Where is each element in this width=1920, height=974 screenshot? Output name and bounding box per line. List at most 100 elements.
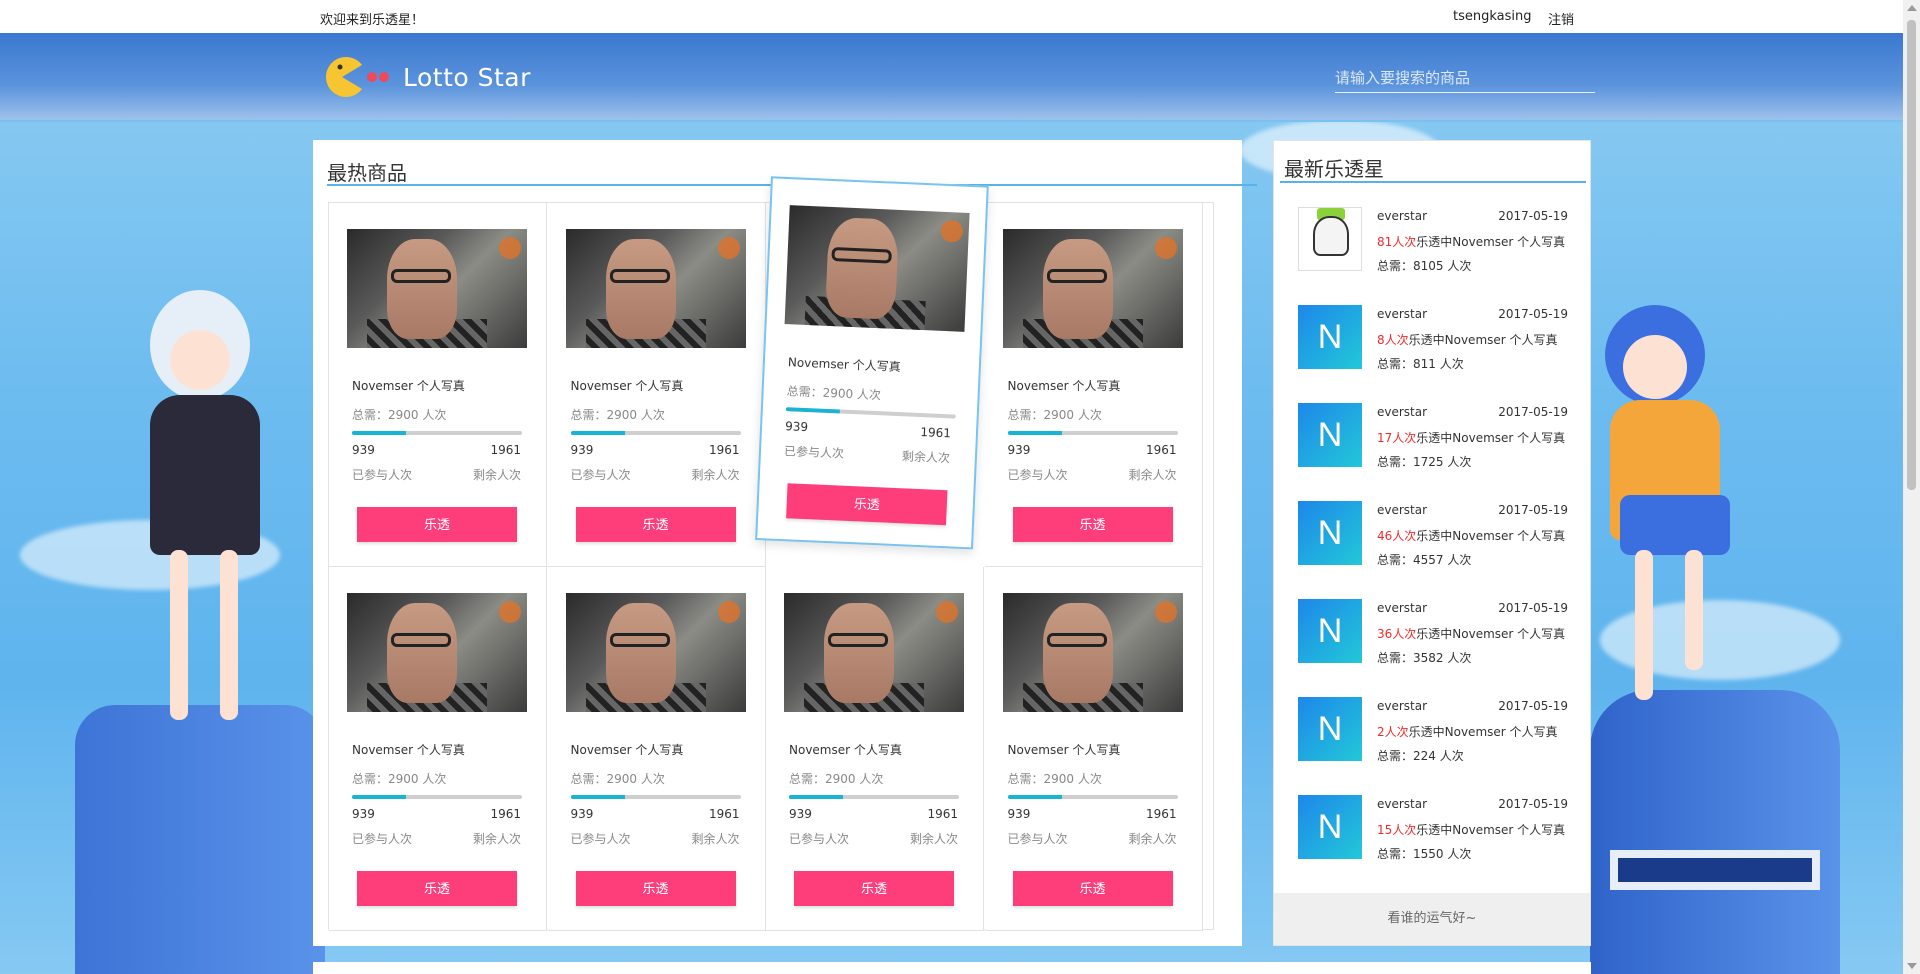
remaining-count: 1961: [1145, 443, 1177, 457]
winner-total: 总需：8105 人次: [1377, 259, 1472, 273]
winner-date: 2017-05-19: [1498, 405, 1568, 419]
product-name[interactable]: Novemser 个人写真: [789, 741, 902, 758]
joined-label: 已参与人次: [1007, 468, 1068, 482]
product-card[interactable]: Novemser 个人写真 总需：2900 人次 939 1961 已参与人次 剩余人次乐…: [984, 567, 1203, 931]
winner-count: 17人次: [1377, 431, 1417, 445]
product-card[interactable]: Novemser 个人写真 总需：2900 人次 939 1961 已参与人次 剩余人次乐…: [766, 567, 984, 931]
lotto-button[interactable]: 乐透: [786, 483, 948, 526]
winner-username[interactable]: everstar: [1377, 307, 1427, 321]
winner-prize: 乐透中Novemser 个人写真: [1416, 529, 1566, 543]
lotto-button[interactable]: 乐透: [357, 507, 517, 542]
winner-count: 8人次: [1377, 333, 1409, 347]
lotto-button[interactable]: 乐透: [357, 871, 517, 906]
logout-link[interactable]: 注销: [1548, 9, 1574, 28]
joined-label: 已参与人次: [352, 468, 413, 482]
product-name[interactable]: Novemser 个人写真: [571, 741, 684, 758]
joined-label: 已参与人次: [783, 444, 845, 461]
progress-bar: [352, 795, 522, 799]
winner-info: 8人次乐透中Novemser 个人写真: [1377, 331, 1558, 348]
winner-item[interactable]: Neverstar 2017-05-19 8人次乐透中Novemser 个人写真 总需…: [1274, 305, 1590, 403]
winner-username[interactable]: everstar: [1377, 503, 1427, 517]
lotto-button[interactable]: 乐透: [1012, 507, 1173, 542]
winner-item[interactable]: Neverstar 2017-05-19 46人次乐透中Novemser 个人写真总…: [1274, 501, 1590, 599]
anime-character-right-illustration: [1595, 305, 1755, 725]
welcome-text: 欢迎来到乐透星！: [320, 13, 425, 28]
winner-username[interactable]: everstar: [1377, 699, 1427, 713]
product-total-need: 总需：2900 人次: [352, 772, 447, 786]
winner-total: 总需：4557 人次: [1377, 553, 1472, 567]
username-link[interactable]: tsengkasing: [1453, 9, 1532, 24]
search-input[interactable]: [1335, 63, 1595, 93]
lotto-button[interactable]: 乐透: [794, 871, 954, 906]
winner-item[interactable]: everstar 2017-05-19 81人次乐透中Novemser 个人写真 总需…: [1274, 207, 1590, 305]
product-photo[interactable]: [565, 229, 746, 348]
product-card[interactable]: Novemser 个人写真 总需：2900 人次 939 1961 已参与人次 剩余人次乐…: [984, 203, 1203, 567]
joined-label: 已参与人次: [570, 468, 631, 482]
winner-item[interactable]: Neverstar 2017-05-19 2人次乐透中Novemser 个人写真 总需…: [1274, 697, 1590, 795]
joined-label: 已参与人次: [1007, 832, 1068, 846]
remaining-label: 剩余人次: [901, 449, 951, 466]
winner-item[interactable]: Neverstar 2017-05-19 15人次乐透中Novemser 个人写真总…: [1274, 795, 1590, 893]
product-name[interactable]: Novemser 个人写真: [788, 353, 902, 375]
lotto-button[interactable]: 乐透: [1012, 871, 1173, 906]
avatar[interactable]: N: [1298, 501, 1362, 565]
product-card[interactable]: Novemser 个人写真 总需：2900 人次 939 1961 已参与人次 剩余人次乐…: [547, 203, 766, 567]
avatar[interactable]: [1298, 207, 1362, 271]
joined-label: 已参与人次: [789, 832, 850, 846]
winner-username[interactable]: everstar: [1377, 209, 1427, 223]
progress-bar: [1007, 795, 1178, 799]
product-photo[interactable]: [347, 593, 527, 712]
winner-date: 2017-05-19: [1498, 601, 1568, 615]
winner-username[interactable]: everstar: [1377, 601, 1427, 615]
avatar[interactable]: N: [1298, 305, 1362, 369]
winner-total: 总需：1725 人次: [1377, 455, 1472, 469]
product-name[interactable]: Novemser 个人写真: [352, 741, 465, 758]
product-photo[interactable]: [784, 205, 970, 332]
winner-info: 36人次乐透中Novemser 个人写真: [1377, 625, 1565, 642]
lotto-button[interactable]: 乐透: [575, 871, 736, 906]
winner-prize: 乐透中Novemser 个人写真: [1416, 235, 1566, 249]
winner-date: 2017-05-19: [1498, 209, 1568, 223]
lotto-button[interactable]: 乐透: [575, 507, 736, 542]
joined-count: 939: [352, 807, 375, 821]
remaining-count: 1961: [490, 443, 521, 457]
product-photo[interactable]: [784, 593, 964, 712]
avatar[interactable]: N: [1298, 697, 1362, 761]
winner-info: 46人次乐透中Novemser 个人写真: [1377, 527, 1565, 544]
pacman-logo-icon[interactable]: [320, 55, 389, 99]
winner-info: 81人次乐透中Novemser 个人写真: [1377, 233, 1565, 250]
product-name[interactable]: Novemser 个人写真: [571, 377, 684, 394]
product-photo[interactable]: [1002, 593, 1183, 712]
product-card[interactable]: Novemser 个人写真 总需：2900 人次 939 1961 已参与人次 剩余人次乐…: [547, 567, 766, 931]
see-luck-link[interactable]: 看谁的运气好~: [1274, 893, 1590, 945]
page-scrollbar[interactable]: [1903, 0, 1920, 974]
product-photo[interactable]: [565, 593, 746, 712]
remaining-label: 剩余人次: [472, 832, 521, 846]
winner-item[interactable]: Neverstar 2017-05-19 36人次乐透中Novemser 个人写真总…: [1274, 599, 1590, 697]
winner-username[interactable]: everstar: [1377, 405, 1427, 419]
product-card[interactable]: Novemser 个人写真 总需：2900 人次 939 1961 已参与人次 剩余人次乐…: [755, 176, 989, 550]
avatar[interactable]: N: [1298, 795, 1362, 859]
product-photo[interactable]: [1002, 229, 1183, 348]
scroll-down-icon[interactable]: [1907, 963, 1917, 969]
winner-prize: 乐透中Novemser 个人写真: [1416, 431, 1566, 445]
product-name[interactable]: Novemser 个人写真: [1008, 377, 1121, 394]
progress-bar: [352, 431, 522, 435]
product-photo[interactable]: [347, 229, 527, 348]
winner-username[interactable]: everstar: [1377, 797, 1427, 811]
product-card[interactable]: Novemser 个人写真 总需：2900 人次 939 1961 已参与人次 剩余人次乐…: [329, 567, 547, 931]
site-logo-text[interactable]: Lotto Star: [403, 63, 531, 92]
product-name[interactable]: Novemser 个人写真: [1008, 741, 1121, 758]
product-total-need: 总需：2900 人次: [352, 408, 447, 422]
product-card[interactable]: Novemser 个人写真 总需：2900 人次 939 1961 已参与人次 剩余人次乐…: [329, 203, 547, 567]
site-header: Lotto Star: [0, 33, 1920, 122]
remaining-label: 剩余人次: [472, 468, 521, 482]
joined-count: 939: [570, 807, 594, 821]
avatar[interactable]: N: [1298, 599, 1362, 663]
scroll-up-icon[interactable]: [1907, 5, 1917, 11]
product-name[interactable]: Novemser 个人写真: [352, 377, 465, 394]
avatar[interactable]: N: [1298, 403, 1362, 467]
scrollbar-thumb[interactable]: [1907, 20, 1916, 490]
progress-fill: [570, 431, 625, 435]
winner-item[interactable]: Neverstar 2017-05-19 17人次乐透中Novemser 个人写真总…: [1274, 403, 1590, 501]
